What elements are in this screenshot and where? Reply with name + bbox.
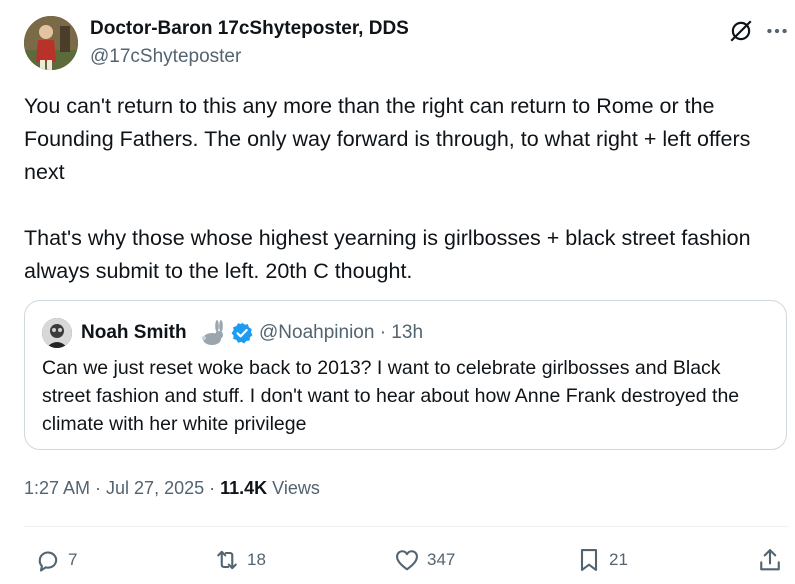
like-count: 347: [427, 550, 456, 569]
bookmark-icon: [580, 549, 598, 571]
share-button[interactable]: [756, 545, 784, 575]
quoted-tweet[interactable]: Noah Smith @Noahpinion · 13h Can we just…: [24, 300, 787, 450]
tweet-paragraph: That's why those whose highest yearning …: [24, 226, 751, 283]
author-handle[interactable]: @17cShyteposter: [90, 46, 241, 68]
share-icon: [760, 549, 780, 571]
reply-icon: [38, 551, 58, 572]
reply-count: 7: [68, 550, 78, 569]
author-avatar[interactable]: [24, 16, 78, 70]
bookmark-count: 21: [609, 550, 628, 569]
repost-icon: [217, 550, 237, 570]
quote-author-avatar[interactable]: [42, 318, 72, 348]
like-icon: [396, 550, 418, 571]
avatar-portrait: [24, 16, 78, 70]
views-count: 11.4K: [220, 478, 268, 498]
reply-button[interactable]: 7: [34, 545, 77, 575]
author-name[interactable]: Doctor-Baron 17cShyteposter, DDS: [90, 18, 409, 40]
tweet-timestamp[interactable]: 1:27 AM · Jul 27, 2025 ·: [24, 478, 220, 498]
tweet-paragraph: You can't return to this any more than t…: [24, 94, 751, 184]
quote-handle-time[interactable]: @Noahpinion · 13h: [259, 322, 423, 344]
more-icon[interactable]: [764, 18, 790, 44]
quote-avatar-portrait: [42, 318, 72, 348]
verified-badge-icon: [231, 322, 253, 344]
quote-text: Can we just reset woke back to 2013? I w…: [42, 357, 740, 435]
grok-icon[interactable]: [728, 18, 754, 44]
tweet-text: You can't return to this any more than t…: [24, 90, 789, 288]
bookmark-button[interactable]: 21: [575, 545, 628, 575]
divider: [24, 526, 789, 527]
quote-author-name[interactable]: Noah Smith: [81, 322, 187, 344]
repost-button[interactable]: 18: [213, 545, 266, 575]
repost-count: 18: [247, 550, 266, 569]
rabbit-emoji-icon: [202, 320, 223, 345]
tweet-meta: 1:27 AM · Jul 27, 2025 · 11.4K Views: [24, 478, 320, 499]
views-label: Views: [267, 478, 320, 498]
like-button[interactable]: 347: [393, 545, 455, 575]
